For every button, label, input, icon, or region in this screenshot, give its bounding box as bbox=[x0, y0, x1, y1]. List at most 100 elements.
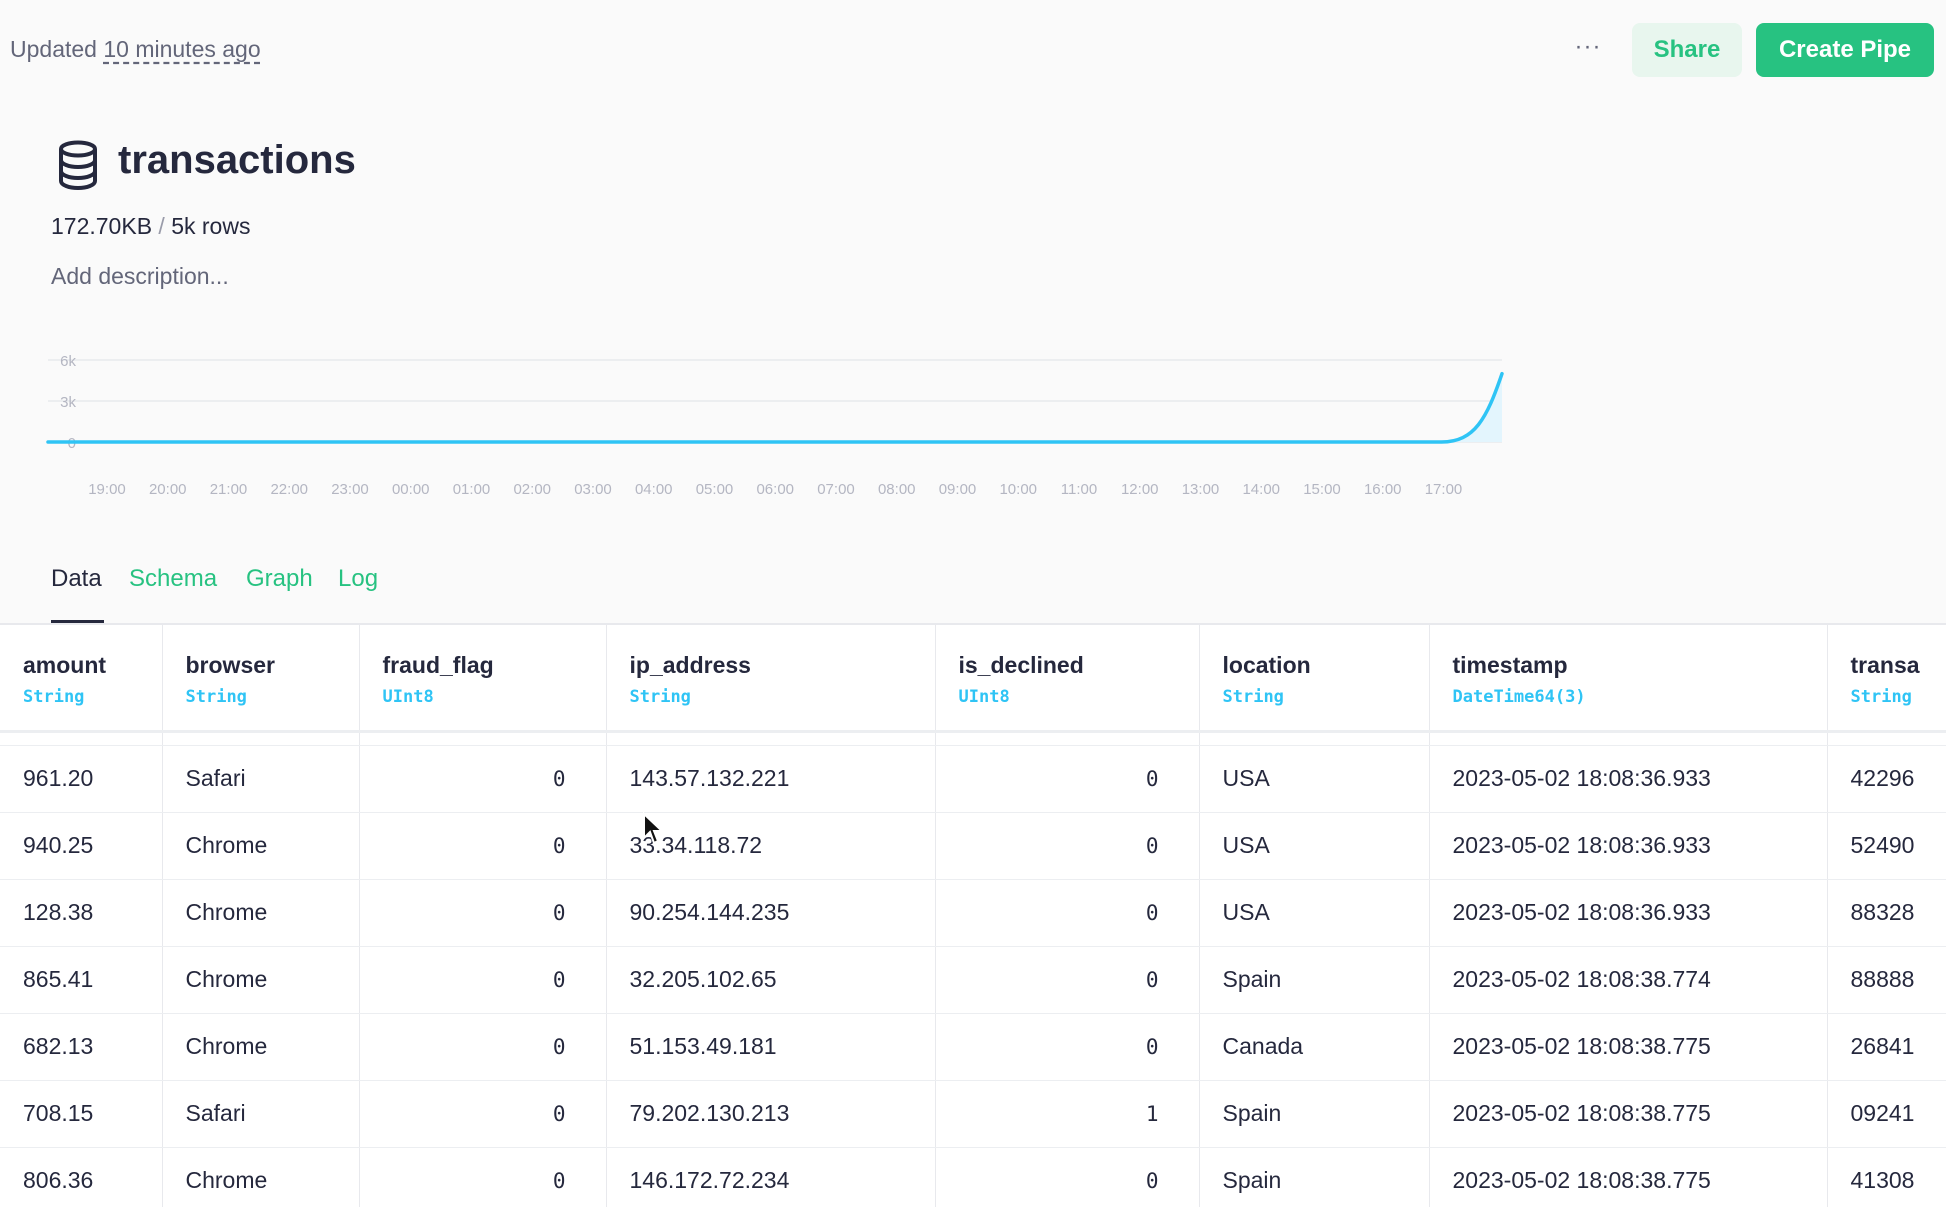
database-icon bbox=[56, 140, 100, 190]
cell-ip-address: 32.205.102.65 bbox=[606, 946, 935, 1013]
column-type: String bbox=[23, 687, 162, 707]
cell-amount: 806.36 bbox=[0, 1147, 162, 1207]
ingestion-chart: 6k3k019:0020:0021:0022:0023:0000:0001:00… bbox=[40, 340, 1900, 510]
datasource-size: 172.70KB bbox=[51, 213, 152, 239]
cell-timestamp: 2023-05-02 18:08:38.775 bbox=[1429, 1147, 1827, 1207]
x-tick-label: 21:00 bbox=[210, 481, 248, 498]
x-tick-label: 09:00 bbox=[939, 481, 977, 498]
cell-is-declined: 0 bbox=[935, 946, 1199, 1013]
cell-is-declined: 0 bbox=[935, 745, 1199, 812]
description-input[interactable]: Add description... bbox=[51, 263, 229, 290]
column-header-ip-address[interactable]: ip_addressString bbox=[606, 625, 935, 731]
cell-timestamp: 2023-05-02 18:08:36.933 bbox=[1429, 745, 1827, 812]
tab-graph[interactable]: Graph bbox=[246, 565, 313, 593]
x-tick-label: 10:00 bbox=[999, 481, 1037, 498]
cell-transaction-id: 52490 bbox=[1827, 812, 1946, 879]
cell-ip-address: 146.172.72.234 bbox=[606, 1147, 935, 1207]
cell-is-declined: 0 bbox=[935, 812, 1199, 879]
column-header-fraud-flag[interactable]: fraud_flag UInt8 bbox=[359, 625, 606, 731]
cell-amount: 682.13 bbox=[0, 1013, 162, 1080]
x-tick-label: 06:00 bbox=[756, 481, 794, 498]
cell-transaction-id: 09241 bbox=[1827, 1080, 1946, 1147]
table-row[interactable]: 806.36Chrome0146.172.72.2340Spain2023-05… bbox=[0, 1147, 1946, 1207]
cell-fraud-flag: 0 bbox=[359, 946, 606, 1013]
cell-amount: 961.20 bbox=[0, 745, 162, 812]
cell-is-declined: 0 bbox=[935, 1013, 1199, 1080]
cell-location: Spain bbox=[1199, 1080, 1429, 1147]
datasource-title: transactions bbox=[118, 138, 356, 183]
cell-fraud-flag: 0 bbox=[359, 812, 606, 879]
table-row[interactable]: 940.25Chrome033.34.118.720USA2023-05-02 … bbox=[0, 812, 1946, 879]
x-tick-label: 04:00 bbox=[635, 481, 673, 498]
y-tick-label: 3k bbox=[60, 394, 76, 411]
cell-ip-address: 79.202.130.213 bbox=[606, 1080, 935, 1147]
cell-fraud-flag: 0 bbox=[359, 879, 606, 946]
cell-browser: Chrome bbox=[162, 812, 359, 879]
more-options-button[interactable]: ··· bbox=[1568, 30, 1608, 70]
x-tick-label: 11:00 bbox=[1061, 481, 1097, 498]
cell-location: Canada bbox=[1199, 1013, 1429, 1080]
cell-timestamp: 2023-05-02 18:08:36.933 bbox=[1429, 812, 1827, 879]
x-tick-label: 00:00 bbox=[392, 481, 430, 498]
x-tick-label: 22:00 bbox=[270, 481, 308, 498]
cell-ip-address: 90.254.144.235 bbox=[606, 879, 935, 946]
column-type: String bbox=[1851, 687, 1946, 707]
updated-time[interactable]: 10 minutes ago bbox=[103, 36, 260, 62]
column-header-amount[interactable]: amountString bbox=[0, 625, 162, 731]
column-name: fraud_flag bbox=[383, 652, 606, 679]
meta-separator: / bbox=[158, 213, 164, 239]
table-row[interactable]: 128.38Chrome090.254.144.2350USA2023-05-0… bbox=[0, 879, 1946, 946]
table-row[interactable]: 708.15Safari079.202.130.2131Spain2023-05… bbox=[0, 1080, 1946, 1147]
column-header-browser[interactable]: browserString bbox=[162, 625, 359, 731]
cell-fraud-flag: 0 bbox=[359, 1013, 606, 1080]
data-table: amountStringbrowserString fraud_flag UInt8… bbox=[0, 625, 1946, 1207]
cell-browser: Chrome bbox=[162, 879, 359, 946]
cell-browser: Chrome bbox=[162, 1147, 359, 1207]
column-type: UInt8 bbox=[959, 687, 1199, 707]
column-header-location[interactable]: location String bbox=[1199, 625, 1429, 731]
column-name: location bbox=[1223, 652, 1429, 679]
column-header-transaction-id[interactable]: transaString bbox=[1827, 625, 1946, 731]
table-spacer-row bbox=[0, 731, 1946, 745]
cell-transaction-id: 26841 bbox=[1827, 1013, 1946, 1080]
cell-timestamp: 2023-05-02 18:08:38.775 bbox=[1429, 1013, 1827, 1080]
tab-schema[interactable]: Schema bbox=[129, 565, 217, 593]
column-header-is-declined[interactable]: is_declinedUInt8 bbox=[935, 625, 1199, 731]
cell-ip-address: 51.153.49.181 bbox=[606, 1013, 935, 1080]
column-type: String bbox=[630, 687, 935, 707]
column-type: UInt8 bbox=[383, 687, 606, 707]
cell-fraud-flag: 0 bbox=[359, 1147, 606, 1207]
cell-fraud-flag: 0 bbox=[359, 1080, 606, 1147]
x-tick-label: 14:00 bbox=[1242, 481, 1280, 498]
share-button[interactable]: Share bbox=[1632, 23, 1742, 77]
x-tick-label: 12:00 bbox=[1121, 481, 1159, 498]
series-line bbox=[48, 374, 1502, 442]
tab-log[interactable]: Log bbox=[338, 565, 378, 593]
column-header-timestamp[interactable]: timestampDateTime64(3) bbox=[1429, 625, 1827, 731]
mouse-cursor-icon bbox=[642, 812, 664, 846]
table-row[interactable]: 865.41Chrome032.205.102.650Spain2023-05-… bbox=[0, 946, 1946, 1013]
table-row[interactable]: 682.13Chrome051.153.49.1810Canada2023-05… bbox=[0, 1013, 1946, 1080]
x-tick-label: 15:00 bbox=[1303, 481, 1341, 498]
cell-is-declined: 0 bbox=[935, 879, 1199, 946]
x-tick-label: 23:00 bbox=[331, 481, 369, 498]
cell-fraud-flag: 0 bbox=[359, 745, 606, 812]
data-table-container[interactable]: amountStringbrowserString fraud_flag UInt8… bbox=[0, 623, 1946, 1207]
cell-transaction-id: 88888 bbox=[1827, 946, 1946, 1013]
tab-data[interactable]: Data bbox=[51, 565, 102, 593]
column-type: String bbox=[186, 687, 359, 707]
updated-status: Updated 10 minutes ago bbox=[10, 36, 261, 63]
cell-browser: Chrome bbox=[162, 946, 359, 1013]
cell-timestamp: 2023-05-02 18:08:38.775 bbox=[1429, 1080, 1827, 1147]
cell-transaction-id: 42296 bbox=[1827, 745, 1946, 812]
column-type: String bbox=[1223, 687, 1429, 707]
create-pipe-button[interactable]: Create Pipe bbox=[1756, 23, 1934, 77]
cell-ip-address: 143.57.132.221 bbox=[606, 745, 935, 812]
x-tick-label: 17:00 bbox=[1425, 481, 1463, 498]
datasource-rows: 5k rows bbox=[171, 213, 250, 239]
updated-prefix: Updated bbox=[10, 36, 97, 62]
table-row[interactable]: 961.20Safari0143.57.132.2210USA2023-05-0… bbox=[0, 745, 1946, 812]
datasource-meta: 172.70KB / 5k rows bbox=[51, 213, 250, 240]
x-tick-label: 07:00 bbox=[817, 481, 855, 498]
cell-browser: Chrome bbox=[162, 1013, 359, 1080]
